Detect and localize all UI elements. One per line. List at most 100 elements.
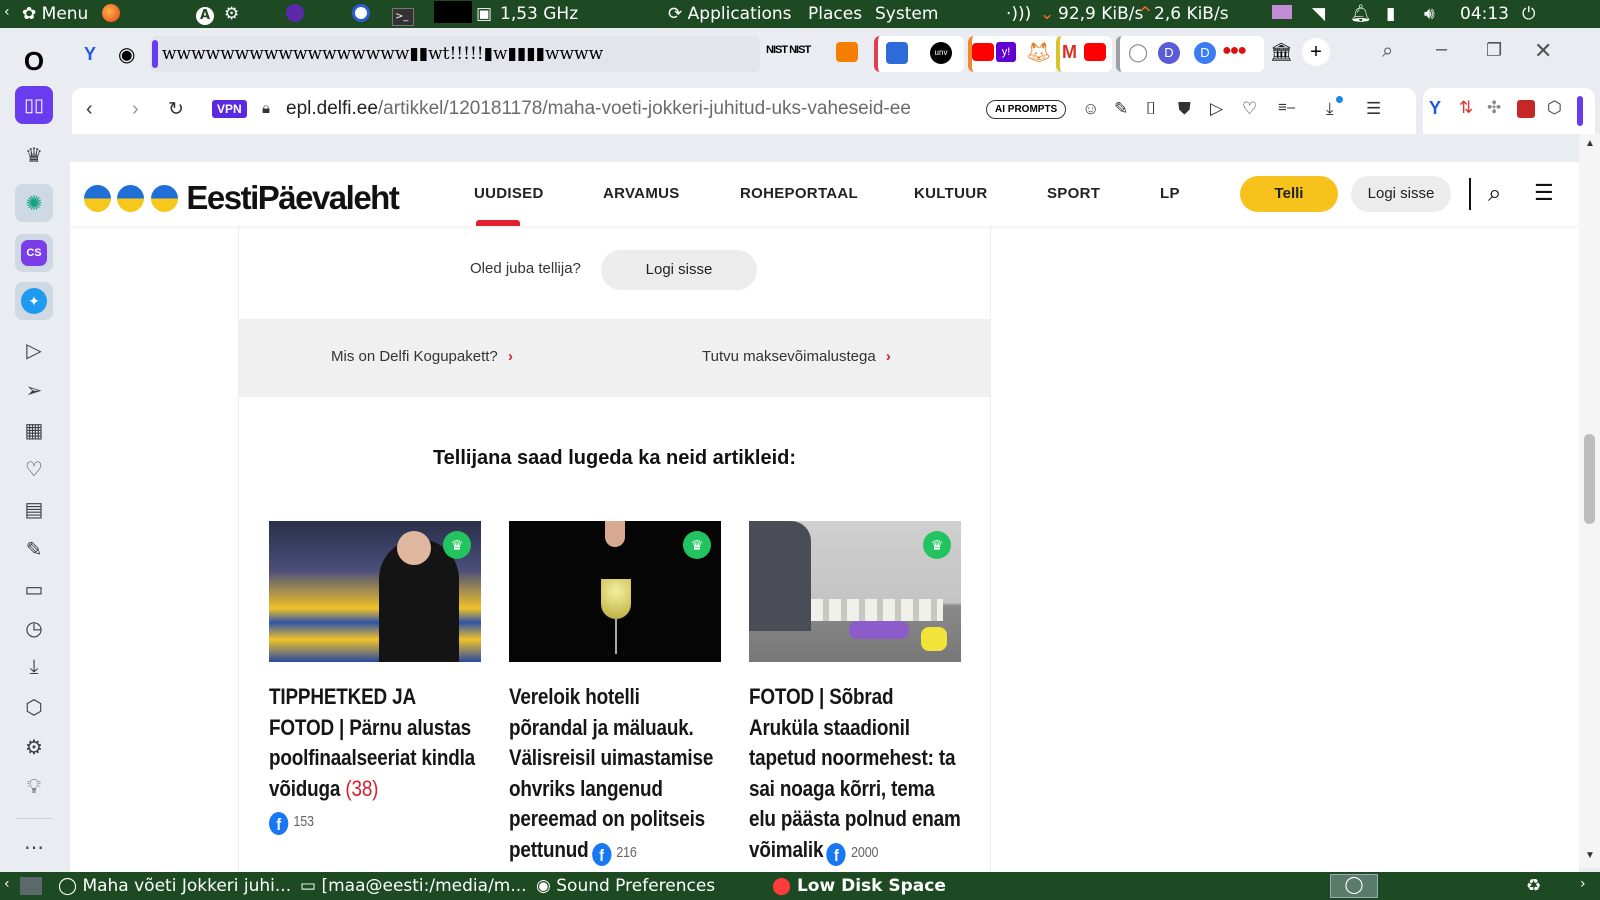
article-title[interactable]: FOTOD | Sõbrad Aruküla staadionil tapetu…: [749, 682, 961, 868]
tips-lightbulb-icon[interactable]: 💡︎: [15, 768, 53, 806]
article-thumbnail[interactable]: ♛: [269, 521, 481, 662]
snapshot-camera-icon[interactable]: ⌷: [1146, 99, 1156, 119]
article-card[interactable]: ♛ FOTOD | Sõbrad Aruküla staadionil tape…: [749, 521, 961, 868]
back-icon[interactable]: ‹: [86, 98, 93, 121]
workspaces-icon[interactable]: ▦: [15, 411, 53, 449]
ai-prompts-button[interactable]: AI PROMPTS: [986, 100, 1067, 119]
nav-kultuur[interactable]: KULTUUR: [914, 185, 987, 202]
player-icon[interactable]: ▷: [15, 331, 53, 369]
system-menu[interactable]: System: [875, 4, 938, 24]
clock[interactable]: 04:13: [1460, 4, 1509, 24]
subscribe-button[interactable]: Telli: [1240, 176, 1338, 212]
article-title[interactable]: Vereloik hotelli põrandal ja mäluauk. Vä…: [509, 682, 721, 868]
bookmark-heart-icon[interactable]: ♡: [1242, 99, 1257, 119]
minimize-window-icon[interactable]: –: [1436, 38, 1447, 61]
museum-tab-icon[interactable]: 🏛︎: [1270, 42, 1293, 63]
article-card[interactable]: ♛ TIPPHETKED JA FOTOD | Pärnu alustas po…: [269, 521, 481, 838]
downloads-toolbar-icon[interactable]: ⤓: [1326, 99, 1334, 119]
youtube2-tab-icon[interactable]: [1084, 43, 1106, 61]
scroll-down-arrow-icon[interactable]: ▼: [1585, 850, 1595, 861]
taskbar-scroll-right-icon[interactable]: ›: [1580, 876, 1586, 892]
blogger-tab-icon[interactable]: [836, 42, 858, 62]
puzzle-extension-icon[interactable]: ✣: [1487, 98, 1501, 118]
recycle-tray-icon[interactable]: ♻: [1526, 876, 1541, 896]
send-icon[interactable]: ➢: [15, 371, 53, 409]
s-app-tab-icon[interactable]: [886, 42, 908, 64]
a-app-launcher-icon[interactable]: A: [196, 4, 214, 25]
show-desktop-icon[interactable]: [20, 877, 42, 895]
reader-mode-icon[interactable]: ▯▯: [15, 86, 53, 124]
github-tab-icon[interactable]: ◉: [118, 42, 135, 67]
site-logo[interactable]: EestiPäevaleht: [84, 179, 400, 217]
taskbar-window-sound[interactable]: ◉ Sound Preferences: [536, 876, 715, 896]
flickr-tab-icon[interactable]: ●●●: [1222, 42, 1247, 60]
wifi-icon[interactable]: ◥: [1312, 4, 1325, 24]
comment-count[interactable]: (38): [345, 776, 378, 801]
loading-tab-icon[interactable]: ◯: [1128, 42, 1148, 63]
vpn-badge[interactable]: VPN: [212, 100, 247, 118]
taskbar-window-disk[interactable]: ⬤ Low Disk Space: [772, 876, 946, 896]
close-window-icon[interactable]: ✕: [1534, 38, 1552, 64]
tab-search-icon[interactable]: ⌕: [1382, 40, 1393, 63]
battery-saver-icon[interactable]: ≡–: [1278, 99, 1295, 116]
lock-icon[interactable]: 🔒︎: [262, 100, 270, 117]
twitter-icon[interactable]: ✦: [15, 282, 53, 320]
workspace-switcher[interactable]: ◯: [1330, 874, 1378, 898]
d-app2-tab-icon[interactable]: D: [1194, 42, 1216, 64]
url-text[interactable]: epl.delfi.ee/artikkel/120181178/maha-voe…: [286, 98, 911, 120]
payment-options-link[interactable]: Tutvu maksevõimalustega ›: [702, 348, 891, 365]
audio-visualizer-icon[interactable]: [1272, 4, 1292, 24]
my-flow-icon[interactable]: ▤: [15, 490, 53, 528]
settings-tray-icon[interactable]: ⚙: [224, 4, 239, 24]
yahoo-tab-icon[interactable]: y!: [996, 42, 1016, 62]
nist-tab-icon[interactable]: NIST NIST: [766, 44, 811, 56]
easy-setup-icon[interactable]: ☰: [1366, 99, 1381, 119]
send-to-icon[interactable]: ▷: [1210, 99, 1223, 119]
header-login-button[interactable]: Logi sisse: [1351, 176, 1451, 212]
site-search-icon[interactable]: ⌕: [1488, 180, 1501, 208]
nav-uudised[interactable]: UUDISED: [474, 185, 544, 202]
menu-button[interactable]: ✿ Menu: [22, 4, 88, 24]
tabs-icon[interactable]: ▭: [15, 570, 53, 608]
page-scrollbar[interactable]: ▲ ▼: [1579, 134, 1600, 868]
firefox-launcher-icon[interactable]: [102, 4, 120, 27]
article-login-button[interactable]: Logi sisse: [601, 250, 757, 290]
taskbar-scroll-left-icon[interactable]: ‹: [4, 876, 10, 892]
taskbar-window-browser[interactable]: ◯ Maha võeti Jokkeri juhi...: [58, 876, 291, 896]
new-tab-button[interactable]: +: [1302, 38, 1330, 66]
article-thumbnail[interactable]: ♛: [509, 521, 721, 662]
youtube-tab-icon[interactable]: [972, 43, 994, 61]
shield-icon[interactable]: ⛊: [1178, 99, 1191, 119]
nav-arvamus[interactable]: ARVAMUS: [603, 185, 680, 202]
applications-menu[interactable]: ⟳ Applications: [668, 4, 792, 24]
opera-launcher-icon[interactable]: [352, 4, 370, 27]
cube-extension-icon[interactable]: ⬡: [1547, 98, 1562, 118]
volume-icon[interactable]: 🔊︎: [1424, 4, 1435, 24]
d-app-tab-icon[interactable]: D: [1158, 42, 1180, 64]
metamask-tab-icon[interactable]: 🦊︎: [1026, 40, 1051, 65]
battery-icon[interactable]: ▮: [1386, 4, 1395, 24]
opera-logo-icon[interactable]: O: [15, 42, 53, 80]
chatsonic-icon[interactable]: CS: [15, 234, 53, 272]
scrollbar-thumb[interactable]: [1584, 434, 1595, 524]
downloads-icon[interactable]: ⤓: [15, 648, 53, 686]
terminal-launcher-icon[interactable]: >_: [392, 4, 414, 26]
hamburger-menu-icon[interactable]: ☰: [1534, 180, 1554, 206]
scroll-up-arrow-icon[interactable]: ▲: [1585, 138, 1595, 149]
gmail-tab-icon[interactable]: M: [1062, 42, 1077, 63]
pinned-tab-y-icon[interactable]: Y: [84, 44, 96, 65]
favorites-heart-icon[interactable]: ♡: [15, 450, 53, 488]
emoji-icon[interactable]: ☺: [1082, 99, 1099, 119]
podcast-app-icon[interactable]: [286, 4, 304, 27]
nav-roheportaal[interactable]: ROHEPORTAAL: [740, 185, 858, 202]
edit-icon[interactable]: ✎: [1114, 99, 1128, 119]
article-card[interactable]: ♛ Vereloik hotelli põrandal ja mäluauk. …: [509, 521, 721, 868]
more-dots-icon[interactable]: ⋯: [15, 828, 53, 866]
taskbar-window-terminal[interactable]: ▭ [maa@eesti:/media/m...: [300, 876, 527, 896]
history-clock-icon[interactable]: ◷: [15, 609, 53, 647]
nav-sport[interactable]: SPORT: [1047, 185, 1100, 202]
chatgpt-icon[interactable]: ✺: [15, 184, 53, 222]
forward-icon[interactable]: ›: [132, 98, 139, 121]
power-icon[interactable]: ⏻: [1522, 4, 1535, 24]
aria-ai-icon[interactable]: ♛: [15, 136, 53, 174]
